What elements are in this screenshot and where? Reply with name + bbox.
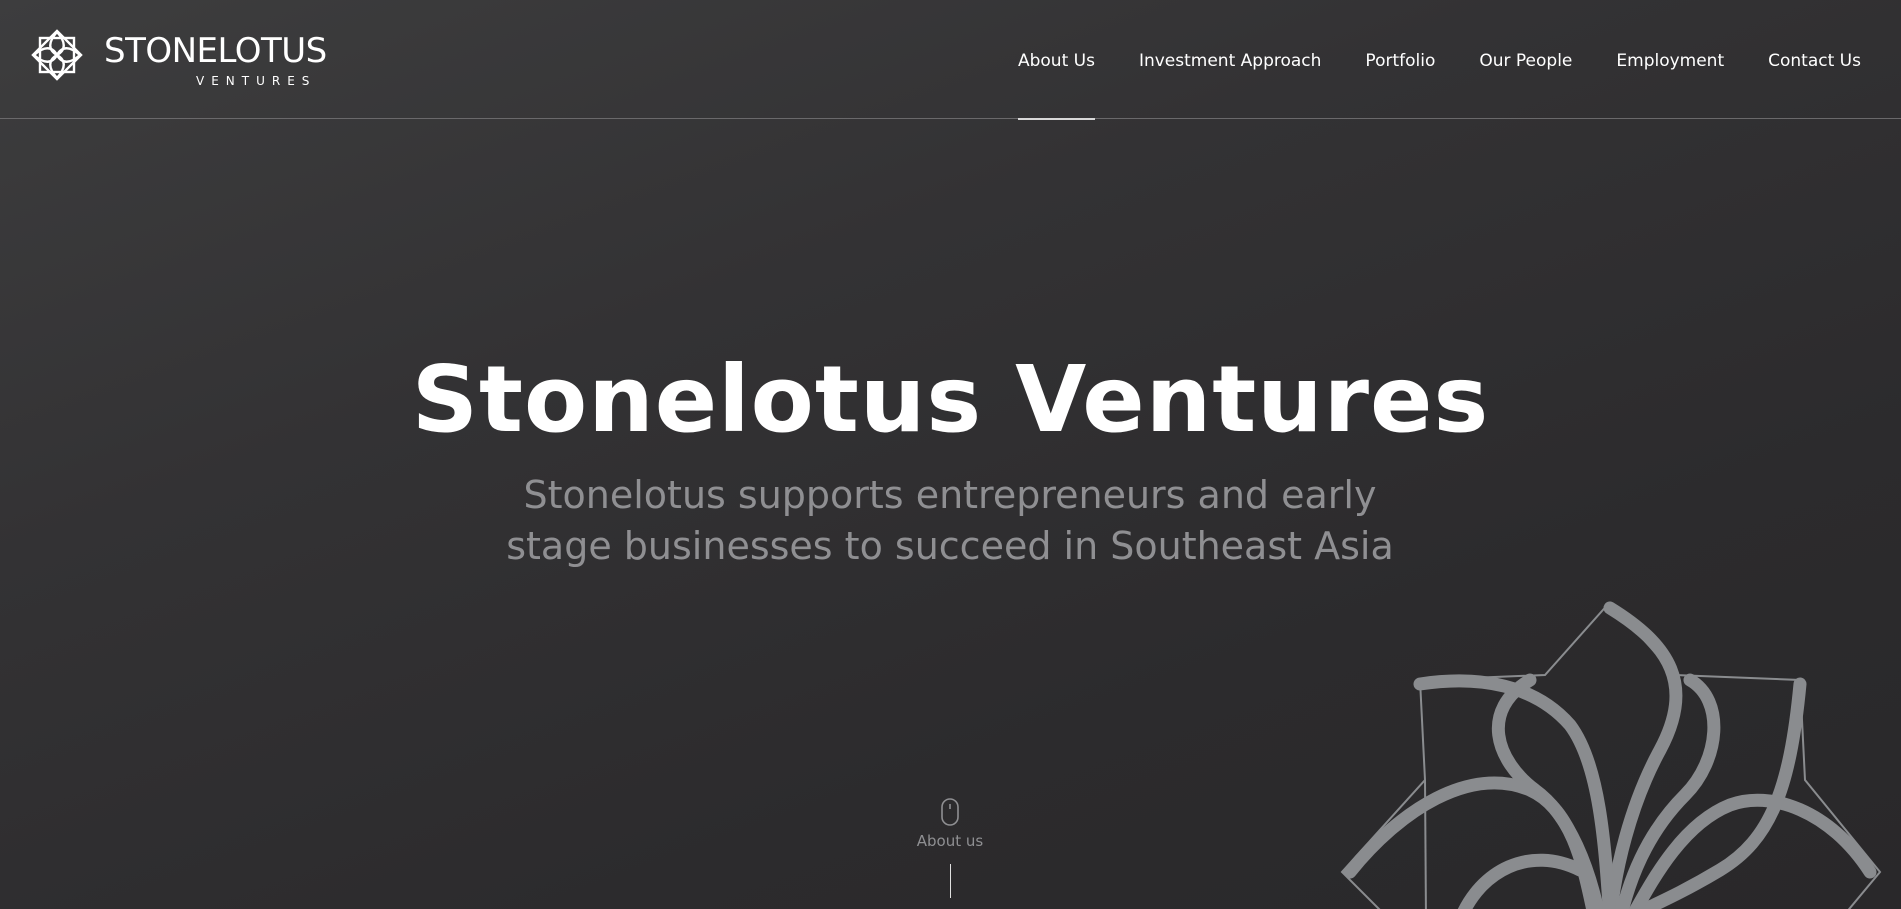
page: STONELOTUS VENTURES About Us Investment … bbox=[0, 0, 1901, 909]
main-nav: About Us Investment Approach Portfolio O… bbox=[974, 0, 1861, 120]
hero-subtitle-line-2: stage businesses to succeed in Southeast… bbox=[506, 524, 1394, 568]
brand-name: STONELOTUS bbox=[104, 31, 327, 71]
scroll-label-about-us[interactable]: About us bbox=[900, 832, 1000, 850]
hero-subtitle-line-1: Stonelotus supports entrepreneurs and ea… bbox=[523, 473, 1377, 517]
site-header: STONELOTUS VENTURES About Us Investment … bbox=[0, 0, 1901, 120]
scroll-indicator[interactable]: About us bbox=[900, 798, 1000, 908]
lotus-decoration-icon bbox=[1340, 601, 1882, 909]
nav-item-employment[interactable]: Employment bbox=[1616, 0, 1724, 119]
nav-item-portfolio[interactable]: Portfolio bbox=[1365, 0, 1435, 119]
nav-item-investment-approach[interactable]: Investment Approach bbox=[1139, 0, 1321, 119]
nav-item-about-us[interactable]: About Us bbox=[1017, 0, 1095, 120]
hero-subtitle: Stonelotus supports entrepreneurs and ea… bbox=[450, 470, 1450, 572]
logo-link[interactable]: STONELOTUS VENTURES bbox=[26, 24, 336, 90]
nav-item-contact-us[interactable]: Contact Us bbox=[1768, 0, 1861, 119]
brand-subtitle: VENTURES bbox=[196, 74, 317, 88]
lotus-logo-icon bbox=[31, 29, 83, 81]
scroll-line bbox=[949, 864, 951, 898]
nav-item-our-people[interactable]: Our People bbox=[1479, 0, 1572, 119]
mouse-icon bbox=[941, 798, 959, 826]
hero-title: Stonelotus Ventures bbox=[411, 346, 1490, 453]
